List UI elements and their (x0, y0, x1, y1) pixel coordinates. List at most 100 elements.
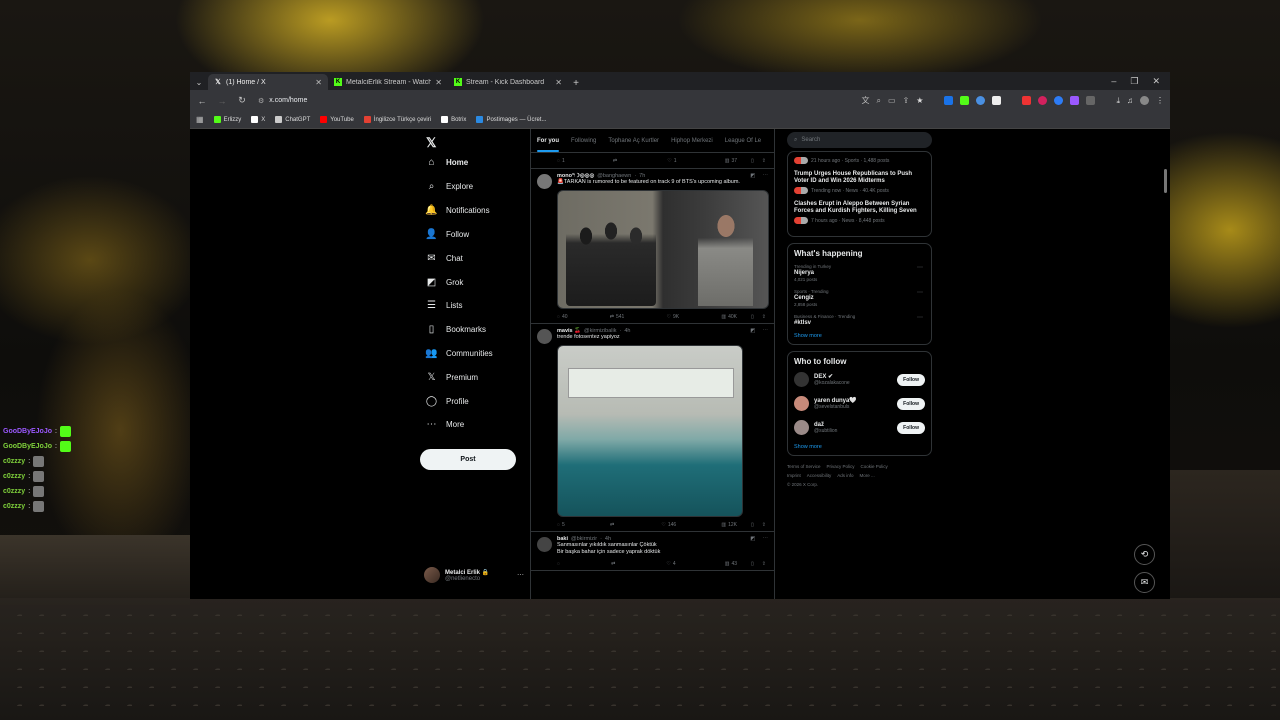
extension-icon[interactable] (976, 96, 986, 105)
site-info-icon[interactable]: ⚙ (258, 97, 264, 105)
grok-float-icon[interactable]: ⟲ (1134, 544, 1155, 565)
apps-grid-icon[interactable]: ▦ (196, 115, 204, 124)
news-item[interactable]: Trump Urges House Republicans to Push Vo… (794, 171, 925, 194)
share-icon[interactable]: ⇪ (762, 158, 766, 164)
tweet-image[interactable] (557, 190, 769, 309)
nav-item-bookmarks[interactable]: ▯ Bookmarks (426, 324, 486, 335)
views-icon[interactable]: ▥ 40K (721, 314, 737, 320)
media-icon[interactable]: ♫ (1127, 96, 1133, 105)
nav-item-premium[interactable]: 𝕏 Premium (426, 372, 478, 383)
more-icon[interactable]: ⋯ (763, 328, 769, 334)
close-tab-icon[interactable]: ✕ (555, 78, 562, 87)
grok-icon[interactable]: ◩ (750, 173, 755, 179)
more-icon[interactable]: ⋯ (517, 571, 524, 579)
extension-icon[interactable] (944, 96, 954, 105)
news-item[interactable]: Clashes Erupt in Aleppo Between Syrian F… (794, 201, 925, 224)
extension-icon[interactable] (960, 96, 970, 105)
reply-icon[interactable]: ◌ 5 (557, 522, 565, 528)
back-icon[interactable]: ← (196, 96, 208, 106)
timeline-tab[interactable]: Following (565, 129, 602, 152)
zoom-icon[interactable]: ⌕ (877, 96, 881, 106)
tweet-image[interactable] (557, 345, 743, 517)
download-icon[interactable]: ⤓ (1116, 96, 1120, 106)
like-icon[interactable]: ♡ 146 (661, 522, 676, 528)
minimize-icon[interactable]: – (1111, 76, 1116, 87)
nav-item-more[interactable]: ⋯ More (426, 419, 465, 430)
footer-link[interactable]: © 2026 X Corp. (787, 482, 818, 487)
nav-item-home[interactable]: ⌂ Home (426, 157, 468, 168)
extension-icon[interactable] (1022, 96, 1032, 105)
nav-item-notifications[interactable]: 🔔 Notifications (425, 205, 489, 216)
maximize-icon[interactable]: ❐ (1130, 76, 1138, 87)
footer-link[interactable]: Cookie Policy (861, 464, 888, 469)
suggestion-name[interactable]: DEX ✔ (814, 373, 850, 380)
reply-icon[interactable]: ◌ 40 (557, 314, 568, 320)
trend-item[interactable]: Trending in Turkey Nijerya 4,021 posts ⋯ (794, 264, 925, 282)
footer-link[interactable]: Accessibility (807, 473, 832, 478)
tab-search-icon[interactable]: ⌄ (190, 78, 208, 90)
repost-icon[interactable]: ⇄ (610, 522, 616, 528)
browser-tab[interactable]: K Stream - Kick Dashboard ✕ (448, 74, 568, 90)
footer-link[interactable]: Terms of Service (787, 464, 821, 469)
tweet[interactable]: mavis 🍒 @kirmizibalik · 4h ◩ ⋯ trende fotosent… (531, 324, 774, 532)
reply-icon[interactable]: ◌ (557, 561, 562, 567)
repost-icon[interactable]: ⇄ 541 (610, 314, 625, 320)
avatar[interactable] (794, 396, 809, 411)
extensions-puzzle-icon[interactable] (1086, 96, 1096, 105)
reload-icon[interactable]: ↻ (236, 95, 248, 106)
account-switcher[interactable]: Metalci Erlik 🔒 @netlienecto ⋯ (424, 567, 524, 583)
nav-item-lists[interactable]: ☰ Lists (426, 300, 462, 311)
suggestion-name[interactable]: yaren dunya🤍 (814, 397, 857, 404)
footer-link[interactable]: Imprint (787, 473, 801, 478)
search-input[interactable]: ⌕ Search (787, 132, 932, 148)
tweet[interactable]: baki @bkirmizir · 4h ◩ ⋯ Sanmasınlar yıkıldık … (531, 532, 774, 571)
x-logo-icon[interactable]: 𝕏 (426, 135, 436, 151)
url-text[interactable]: x.com/home (269, 97, 307, 104)
close-window-icon[interactable]: ✕ (1152, 76, 1160, 87)
share-icon[interactable]: ⇪ (903, 96, 910, 105)
suggestion-item[interactable]: DEX ✔ @kozalakacone Follow (794, 372, 925, 387)
show-more-link[interactable]: Show more (794, 444, 925, 450)
new-tab-button[interactable]: + (568, 78, 584, 90)
url-field[interactable]: ⚙ x.com/home (258, 97, 307, 105)
tweet[interactable]: mono°ᵎ☽◎◎◎ @banghaewn · 7h ◩ ⋯ 🚨TARKAN is rumo… (531, 169, 774, 324)
more-icon[interactable]: ⋯ (917, 314, 923, 321)
nav-item-communities[interactable]: 👥 Communities (425, 348, 492, 359)
trend-item[interactable]: Sports · Trending Cengiz 2,858 posts ⋯ (794, 289, 925, 307)
repost-icon[interactable]: ⇄ (613, 158, 619, 164)
show-more-link[interactable]: Show more (794, 333, 925, 339)
suggestion-item[interactable]: yaren dunya🤍 @sevelstanbuls Follow (794, 396, 925, 411)
bookmark-icon[interactable]: ▯ (751, 522, 754, 528)
avatar[interactable] (537, 329, 552, 344)
extension-icon[interactable] (992, 96, 1002, 105)
forward-icon[interactable]: → (216, 96, 228, 106)
avatar[interactable] (794, 372, 809, 387)
timeline-tab[interactable]: Hiphop Merkezi (665, 129, 719, 152)
extension-icon[interactable] (1054, 96, 1064, 105)
more-icon[interactable]: ⋯ (763, 536, 769, 542)
bookmark-icon[interactable]: ▯ (751, 314, 754, 320)
bookmark-star-icon[interactable]: ★ (916, 96, 923, 105)
post-button[interactable]: Post (420, 449, 516, 470)
news-item[interactable]: 21 hours ago · Sports · 1,488 posts (794, 157, 925, 164)
more-icon[interactable]: ⋯ (917, 264, 923, 271)
bookmark-item[interactable]: YouTube (320, 116, 354, 123)
views-icon[interactable]: ▥ 43 (725, 561, 737, 567)
follow-button[interactable]: Follow (897, 373, 925, 386)
messages-float-icon[interactable]: ✉ (1134, 572, 1155, 593)
bookmark-item[interactable]: Postimages — Ücret... (476, 116, 546, 123)
grok-icon[interactable]: ◩ (750, 328, 755, 334)
browser-tab[interactable]: K MetalciErlik Stream - Watch Li ✕ (328, 74, 448, 90)
timeline-tab[interactable]: Tophane Aç Kurtler (602, 129, 665, 152)
like-icon[interactable]: ♡ 1 (667, 158, 676, 164)
close-tab-icon[interactable]: ✕ (315, 78, 322, 87)
grok-icon[interactable]: ◩ (750, 536, 755, 542)
nav-item-chat[interactable]: ✉ Chat (426, 253, 463, 264)
bookmark-item[interactable]: İngilizce Türkçe çeviri (363, 116, 431, 123)
follow-button[interactable]: Follow (897, 397, 925, 410)
views-icon[interactable]: ▥ 37 (725, 158, 737, 164)
avatar[interactable] (537, 174, 552, 189)
footer-link[interactable]: Ads info (837, 473, 853, 478)
extension-icon[interactable] (1070, 96, 1080, 105)
bookmark-item[interactable]: ChatGPT (275, 116, 310, 123)
